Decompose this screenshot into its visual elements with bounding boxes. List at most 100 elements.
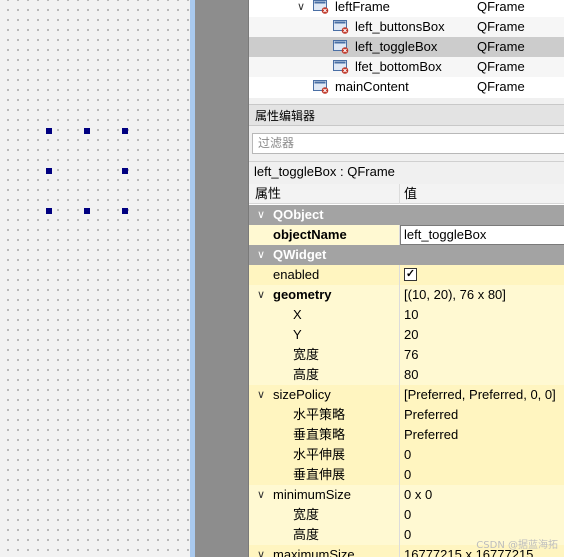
column-divider [399,285,400,305]
chevron-down-icon[interactable]: ∨ [295,0,307,17]
property-row-horizontal-stretch[interactable]: 水平伸展 0 [249,445,564,465]
column-divider [399,345,400,365]
property-key: Y [293,327,302,342]
property-row-y[interactable]: Y 20 [249,325,564,345]
property-row-x[interactable]: X 10 [249,305,564,325]
property-value[interactable]: 76 [404,345,418,365]
chevron-down-icon[interactable]: ∨ [255,245,267,265]
resize-handle-right[interactable] [122,168,128,174]
property-table-header: 属性 值 [249,184,564,204]
property-value[interactable]: 0 [404,505,411,525]
tree-item-class: QFrame [477,0,525,14]
column-header-property[interactable]: 属性 [255,184,281,204]
resize-handle-left[interactable] [46,168,52,174]
tree-item-leftFrame[interactable]: ∨ leftFrame QFrame [249,0,564,17]
property-value[interactable]: 20 [404,325,418,345]
property-key: 宽度 [293,347,320,362]
property-row-horizontal-policy[interactable]: 水平策略 Preferred [249,405,564,425]
column-divider [399,485,400,505]
property-table: 属性 值 ∨ QObject objectName left_toggleBox… [249,184,564,557]
group-label: QWidget [273,247,327,262]
resize-handle-top[interactable] [84,128,90,134]
enabled-checkbox[interactable]: ✓ [404,268,417,281]
tree-item-label: leftFrame [335,0,390,14]
column-divider [399,305,400,325]
property-key: sizePolicy [273,387,331,402]
property-value[interactable]: 10 [404,305,418,325]
chevron-down-icon[interactable]: ∨ [255,285,267,305]
form-background [195,0,248,557]
tree-item-label: mainContent [335,79,409,94]
column-divider [399,365,400,385]
property-key: objectName [273,227,347,242]
column-divider [399,525,400,545]
property-row-vertical-policy[interactable]: 垂直策略 Preferred [249,425,564,445]
tree-item-class: QFrame [477,59,525,74]
design-canvas[interactable] [0,0,190,557]
property-value[interactable]: [Preferred, Preferred, 0, 0] [404,385,556,405]
qframe-icon [313,0,329,14]
tree-item-mainContent[interactable]: mainContent QFrame [249,77,564,97]
tree-item-class: QFrame [477,79,525,94]
property-value[interactable]: 0 x 0 [404,485,432,505]
property-key: 水平伸展 [293,447,346,462]
property-value[interactable]: Preferred [404,425,458,445]
property-value[interactable]: 0 [404,445,411,465]
chevron-down-icon[interactable]: ∨ [255,485,267,505]
qframe-icon [333,40,349,54]
right-dock: ∨ leftFrame QFrame left_buttonsBox QFram… [248,0,564,557]
property-row-minimumSize[interactable]: ∨ minimumSize 0 x 0 [249,485,564,505]
object-inspector-tree: ∨ leftFrame QFrame left_buttonsBox QFram… [249,0,564,98]
column-divider [399,405,400,425]
property-key: 高度 [293,367,320,382]
property-key: 高度 [293,527,320,542]
column-header-value[interactable]: 值 [404,184,417,204]
qframe-icon [333,20,349,34]
group-row-qobject[interactable]: ∨ QObject [249,205,564,225]
column-divider [399,184,400,204]
property-row-min-width[interactable]: 宽度 0 [249,505,564,525]
objectname-input[interactable]: left_toggleBox [400,225,564,245]
filter-input[interactable]: 过滤器 [252,133,564,154]
column-divider [399,325,400,345]
property-row-objectName[interactable]: objectName left_toggleBox [249,225,564,245]
property-row-vertical-stretch[interactable]: 垂直伸展 0 [249,465,564,485]
tree-item-left_toggleBox[interactable]: left_toggleBox QFrame [249,37,564,57]
column-divider [399,465,400,485]
tree-item-left_buttonsBox[interactable]: left_buttonsBox QFrame [249,17,564,37]
column-divider [399,545,400,557]
property-key: 垂直伸展 [293,467,346,482]
selected-object-label: left_toggleBox : QFrame [249,161,564,181]
tree-item-label: left_toggleBox [355,39,438,54]
resize-handle-top-right[interactable] [122,128,128,134]
group-row-qwidget[interactable]: ∨ QWidget [249,245,564,265]
property-value[interactable]: Preferred [404,405,458,425]
column-divider [399,425,400,445]
property-key: X [293,307,302,322]
chevron-down-icon[interactable]: ∨ [255,205,267,225]
tree-item-lfet_bottomBox[interactable]: lfet_bottomBox QFrame [249,57,564,77]
property-key: 宽度 [293,507,320,522]
resize-handle-bottom-right[interactable] [122,208,128,214]
resize-handle-top-left[interactable] [46,128,52,134]
property-row-geometry[interactable]: ∨ geometry [(10, 20), 76 x 80] [249,285,564,305]
property-row-width[interactable]: 宽度 76 [249,345,564,365]
property-value[interactable]: 0 [404,525,411,545]
column-divider [399,445,400,465]
property-value[interactable]: 80 [404,365,418,385]
property-key: minimumSize [273,487,352,502]
qframe-icon [313,80,329,94]
property-row-enabled[interactable]: enabled ✓ [249,265,564,285]
property-key: maximumSize [273,547,355,557]
resize-handle-bottom-left[interactable] [46,208,52,214]
property-row-height[interactable]: 高度 80 [249,365,564,385]
property-row-sizePolicy[interactable]: ∨ sizePolicy [Preferred, Preferred, 0, 0… [249,385,564,405]
property-value[interactable]: 0 [404,465,411,485]
chevron-down-icon[interactable]: ∨ [255,385,267,405]
column-divider [399,385,400,405]
chevron-down-icon[interactable]: ∨ [255,545,267,557]
tree-item-label: left_buttonsBox [355,19,445,34]
property-key: 垂直策略 [293,427,346,442]
property-value[interactable]: [(10, 20), 76 x 80] [404,285,506,305]
resize-handle-bottom[interactable] [84,208,90,214]
